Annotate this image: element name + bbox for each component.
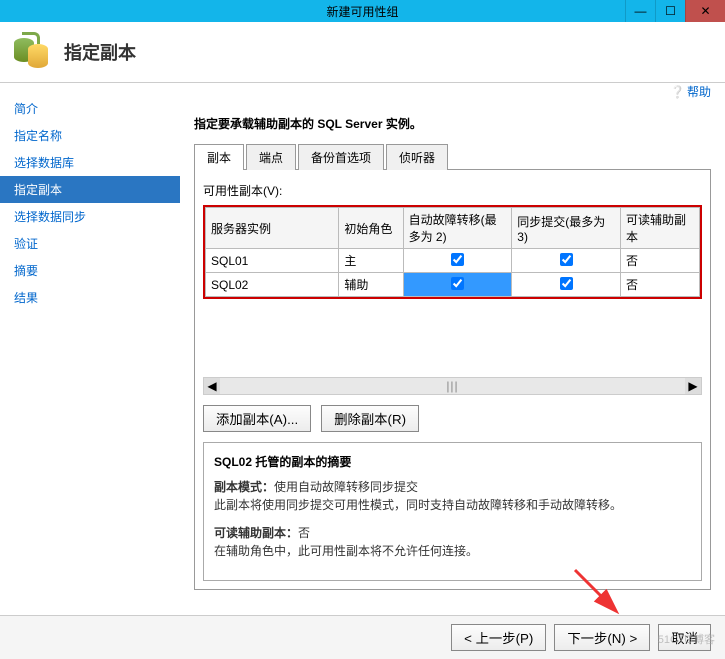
col-readable: 可读辅助副本 [620, 208, 699, 249]
watermark: 51CTO博客 [658, 631, 715, 647]
tab-listener[interactable]: 侦听器 [386, 144, 448, 170]
sync-commit-checkbox[interactable] [560, 277, 573, 290]
auto-failover-checkbox[interactable] [451, 253, 464, 266]
col-sync-commit: 同步提交(最多为 3) [512, 208, 621, 249]
cell-role: 主 [339, 249, 403, 273]
nav-select-db[interactable]: 选择数据库 [0, 149, 180, 176]
page-header: 指定副本 [0, 22, 725, 83]
scroll-track[interactable]: ||| [220, 378, 685, 394]
cell-sync-commit [512, 273, 621, 297]
scroll-right-icon[interactable]: ▶ [685, 378, 701, 394]
cell-server: SQL01 [206, 249, 339, 273]
minimize-button[interactable]: — [625, 0, 655, 22]
summary-mode-value: 使用自动故障转移同步提交 [274, 480, 418, 494]
wizard-icon [12, 32, 52, 72]
help-link[interactable]: 帮助 [670, 83, 711, 100]
window-controls: — ☐ ✕ [625, 0, 725, 22]
replica-summary: SQL02 托管的副本的摘要 副本模式：使用自动故障转移同步提交 此副本将使用同… [203, 442, 702, 581]
summary-mode-label: 副本模式： [214, 480, 274, 494]
summary-readable-label: 可读辅助副本： [214, 526, 298, 540]
window-title: 新建可用性组 [326, 3, 398, 20]
replica-actions: 添加副本(A)... 删除副本(R) [203, 405, 702, 432]
page-title: 指定副本 [64, 39, 136, 65]
close-button[interactable]: ✕ [685, 0, 725, 22]
summary-title: SQL02 托管的副本的摘要 [214, 453, 691, 470]
nav-summary[interactable]: 摘要 [0, 257, 180, 284]
nav-data-sync[interactable]: 选择数据同步 [0, 203, 180, 230]
cell-role: 辅助 [339, 273, 403, 297]
cell-server: SQL02 [206, 273, 339, 297]
tab-strip: 副本 端点 备份首选项 侦听器 [194, 144, 711, 170]
prev-button[interactable]: < 上一步(P) [451, 624, 546, 651]
nav-validate[interactable]: 验证 [0, 230, 180, 257]
summary-readable: 可读辅助副本：否 在辅助角色中，此可用性副本将不允许任何连接。 [214, 524, 691, 560]
col-auto-failover: 自动故障转移(最多为 2) [403, 208, 512, 249]
tab-backup-pref[interactable]: 备份首选项 [298, 144, 384, 170]
col-server: 服务器实例 [206, 208, 339, 249]
cell-readable[interactable]: 否 [620, 273, 699, 297]
summary-mode-desc: 此副本将使用同步提交可用性模式，同时支持自动故障转移和手动故障转移。 [214, 498, 622, 512]
horizontal-scrollbar[interactable]: ◀ ||| ▶ [203, 377, 702, 395]
maximize-button[interactable]: ☐ [655, 0, 685, 22]
instruction-text: 指定要承载辅助副本的 SQL Server 实例。 [194, 115, 711, 132]
wizard-nav: 简介 指定名称 选择数据库 指定副本 选择数据同步 验证 摘要 结果 [0, 83, 180, 626]
nav-intro[interactable]: 简介 [0, 95, 180, 122]
remove-replica-button[interactable]: 删除副本(R) [321, 405, 419, 432]
table-row[interactable]: SQL01 主 否 [206, 249, 700, 273]
next-button[interactable]: 下一步(N) > [554, 624, 650, 651]
auto-failover-checkbox[interactable] [451, 277, 464, 290]
replica-grid-highlight: 服务器实例 初始角色 自动故障转移(最多为 2) 同步提交(最多为 3) 可读辅… [203, 205, 702, 299]
window-titlebar: 新建可用性组 — ☐ ✕ [0, 0, 725, 22]
table-row[interactable]: SQL02 辅助 否 [206, 273, 700, 297]
cell-readable[interactable]: 否 [620, 249, 699, 273]
replica-grid: 服务器实例 初始角色 自动故障转移(最多为 2) 同步提交(最多为 3) 可读辅… [205, 207, 700, 297]
cell-sync-commit [512, 249, 621, 273]
nav-specify-replica[interactable]: 指定副本 [0, 176, 180, 203]
summary-mode: 副本模式：使用自动故障转移同步提交 此副本将使用同步提交可用性模式，同时支持自动… [214, 478, 691, 514]
summary-readable-value: 否 [298, 526, 310, 540]
sync-commit-checkbox[interactable] [560, 253, 573, 266]
summary-readable-desc: 在辅助角色中，此可用性副本将不允许任何连接。 [214, 544, 478, 558]
tab-replica[interactable]: 副本 [194, 144, 244, 170]
tab-endpoint[interactable]: 端点 [246, 144, 296, 170]
add-replica-button[interactable]: 添加副本(A)... [203, 405, 311, 432]
col-role: 初始角色 [339, 208, 403, 249]
table-header-row: 服务器实例 初始角色 自动故障转移(最多为 2) 同步提交(最多为 3) 可读辅… [206, 208, 700, 249]
scroll-left-icon[interactable]: ◀ [204, 378, 220, 394]
wizard-footer: < 上一步(P) 下一步(N) > 取消 [0, 615, 725, 659]
tab-content: 可用性副本(V): 服务器实例 初始角色 自动故障转移(最多为 2) 同步提交(… [194, 170, 711, 590]
nav-specify-name[interactable]: 指定名称 [0, 122, 180, 149]
nav-result[interactable]: 结果 [0, 284, 180, 311]
table-label: 可用性副本(V): [203, 182, 702, 199]
cell-auto-failover [403, 273, 512, 297]
cell-auto-failover [403, 249, 512, 273]
